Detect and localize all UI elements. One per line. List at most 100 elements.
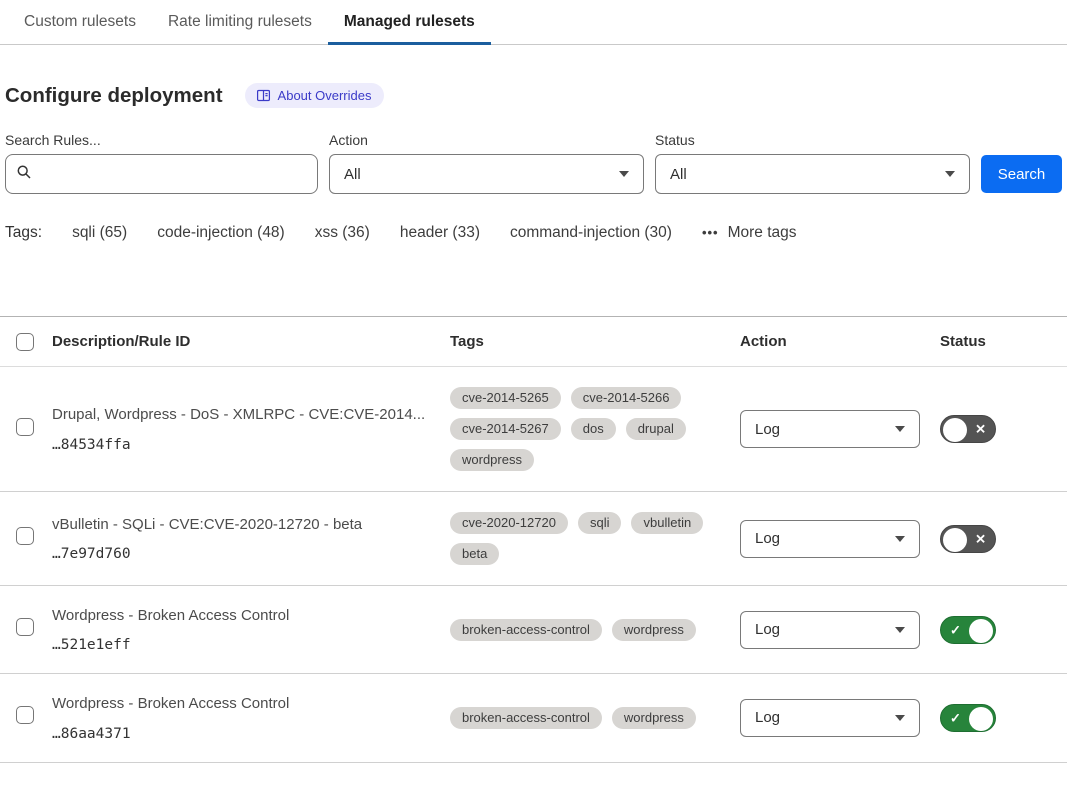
rule-action-value: Log — [755, 530, 780, 547]
chevron-down-icon — [895, 536, 905, 542]
toggle-knob — [969, 707, 993, 731]
status-filter-select[interactable]: All — [655, 154, 970, 194]
toggle-state-icon: ✓ — [950, 623, 961, 636]
rule-cell: Wordpress - Broken Access Control …86aa4… — [52, 694, 450, 741]
rule-cell: Wordpress - Broken Access Control …521e1… — [52, 606, 450, 653]
toggle-knob — [943, 418, 967, 442]
status-toggle[interactable]: ✕ — [940, 415, 996, 443]
table-row: Drupal, Wordpress - DoS - XMLRPC - CVE:C… — [0, 367, 1067, 492]
tag-filter-link[interactable]: sqli (65) — [72, 224, 127, 242]
select-all-checkbox[interactable] — [16, 333, 34, 351]
tag-filter-link[interactable]: header (33) — [400, 224, 480, 242]
tag-chip: cve-2020-12720 — [450, 512, 568, 534]
column-header-status: Status — [940, 333, 1067, 350]
more-tags-label: More tags — [728, 224, 797, 242]
rule-description: Wordpress - Broken Access Control — [52, 606, 426, 626]
action-filter-label: Action — [329, 132, 644, 148]
rule-id: …84534ffa — [52, 437, 426, 453]
tag-filter-link[interactable]: command-injection (30) — [510, 224, 672, 242]
rule-tags: cve-2014-5265cve-2014-5266cve-2014-5267d… — [450, 387, 740, 471]
status-toggle[interactable]: ✕ — [940, 525, 996, 553]
toggle-knob — [969, 619, 993, 643]
table-row: Wordpress - Broken Access Control …86aa4… — [0, 674, 1067, 762]
tags-bar-label: Tags: — [5, 224, 42, 242]
rule-status-cell: ✓ — [940, 704, 1067, 732]
chevron-down-icon — [619, 171, 629, 177]
tag-chip: dos — [571, 418, 616, 440]
search-button[interactable]: Search — [981, 155, 1062, 193]
rule-tags: broken-access-control wordpress — [450, 707, 740, 729]
toggle-state-icon: ✕ — [975, 423, 986, 436]
status-filter-value: All — [670, 166, 687, 183]
page-title: Configure deployment — [5, 84, 223, 108]
tag-chip: wordpress — [450, 449, 534, 471]
rule-action-select[interactable]: Log — [740, 410, 920, 448]
tag-chip: cve-2014-5266 — [571, 387, 682, 409]
status-field-group: Status All — [655, 132, 970, 194]
rule-id: …521e1eff — [52, 637, 426, 653]
rule-status-cell: ✕ — [940, 415, 1067, 443]
status-filter-label: Status — [655, 132, 970, 148]
tag-chip: sqli — [578, 512, 622, 534]
rule-action-cell: Log — [740, 611, 940, 649]
chevron-down-icon — [895, 627, 905, 633]
table-row: Wordpress - Broken Access Control …521e1… — [0, 586, 1067, 674]
rule-cell: Drupal, Wordpress - DoS - XMLRPC - CVE:C… — [52, 405, 450, 452]
chevron-down-icon — [895, 426, 905, 432]
table-body: Drupal, Wordpress - DoS - XMLRPC - CVE:C… — [0, 367, 1067, 763]
chevron-down-icon — [945, 171, 955, 177]
rule-cell: vBulletin - SQLi - CVE:CVE-2020-12720 - … — [52, 515, 450, 562]
column-header-description: Description/Rule ID — [52, 333, 450, 350]
about-overrides-badge[interactable]: About Overrides — [245, 83, 385, 108]
action-filter-value: All — [344, 166, 361, 183]
rule-tags: cve-2020-12720sqlivbulletinbeta — [450, 512, 740, 565]
rule-action-value: Log — [755, 421, 780, 438]
tag-links-host: sqli (65) code-injection (48) xss (36) head… — [72, 224, 672, 242]
tab-rate-limiting-rulesets[interactable]: Rate limiting rulesets — [152, 0, 328, 45]
tag-filter-link[interactable]: code-injection (48) — [157, 224, 285, 242]
rule-action-cell: Log — [740, 520, 940, 558]
tab-custom-rulesets[interactable]: Custom rulesets — [8, 0, 152, 45]
search-field-group: Search Rules... — [5, 132, 318, 194]
search-input-wrapper — [5, 154, 318, 194]
rule-action-cell: Log — [740, 699, 940, 737]
rules-table: Description/Rule ID Tags Action Status D… — [0, 316, 1067, 763]
more-tags-button[interactable]: ••• More tags — [702, 224, 797, 242]
row-checkbox[interactable] — [16, 527, 34, 545]
row-checkbox[interactable] — [16, 418, 34, 436]
search-input[interactable] — [40, 166, 307, 183]
tags-bar: Tags: sqli (65) code-injection (48) xss (3… — [0, 194, 1067, 242]
rule-action-select[interactable]: Log — [740, 520, 920, 558]
heading-row: Configure deployment About Overrides — [0, 45, 1067, 108]
tab-managed-rulesets[interactable]: Managed rulesets — [328, 0, 491, 45]
about-overrides-label: About Overrides — [278, 88, 372, 103]
tag-filter-link[interactable]: xss (36) — [315, 224, 370, 242]
rule-status-cell: ✕ — [940, 525, 1067, 553]
action-field-group: Action All — [329, 132, 644, 194]
tag-chip: cve-2014-5265 — [450, 387, 561, 409]
tag-chip: broken-access-control — [450, 707, 602, 729]
table-header-row: Description/Rule ID Tags Action Status — [0, 317, 1067, 367]
row-checkbox[interactable] — [16, 706, 34, 724]
action-filter-select[interactable]: All — [329, 154, 644, 194]
tag-chip: wordpress — [612, 707, 696, 729]
search-label: Search Rules... — [5, 132, 318, 148]
tag-chip: drupal — [626, 418, 686, 440]
rule-action-value: Log — [755, 709, 780, 726]
toggle-state-icon: ✓ — [950, 711, 961, 724]
column-header-action: Action — [740, 333, 940, 350]
toggle-knob — [943, 528, 967, 552]
rule-action-select[interactable]: Log — [740, 699, 920, 737]
tag-chip: beta — [450, 543, 499, 565]
rule-action-cell: Log — [740, 410, 940, 448]
ellipsis-icon: ••• — [702, 225, 719, 240]
row-checkbox[interactable] — [16, 618, 34, 636]
rule-status-cell: ✓ — [940, 616, 1067, 644]
rule-action-select[interactable]: Log — [740, 611, 920, 649]
rule-tags: broken-access-controlwordpress — [450, 619, 740, 641]
status-toggle[interactable]: ✓ — [940, 616, 996, 644]
status-toggle[interactable]: ✓ — [940, 704, 996, 732]
search-icon — [16, 164, 32, 185]
column-header-tags: Tags — [450, 333, 740, 350]
tag-chip: broken-access-control — [450, 619, 602, 641]
